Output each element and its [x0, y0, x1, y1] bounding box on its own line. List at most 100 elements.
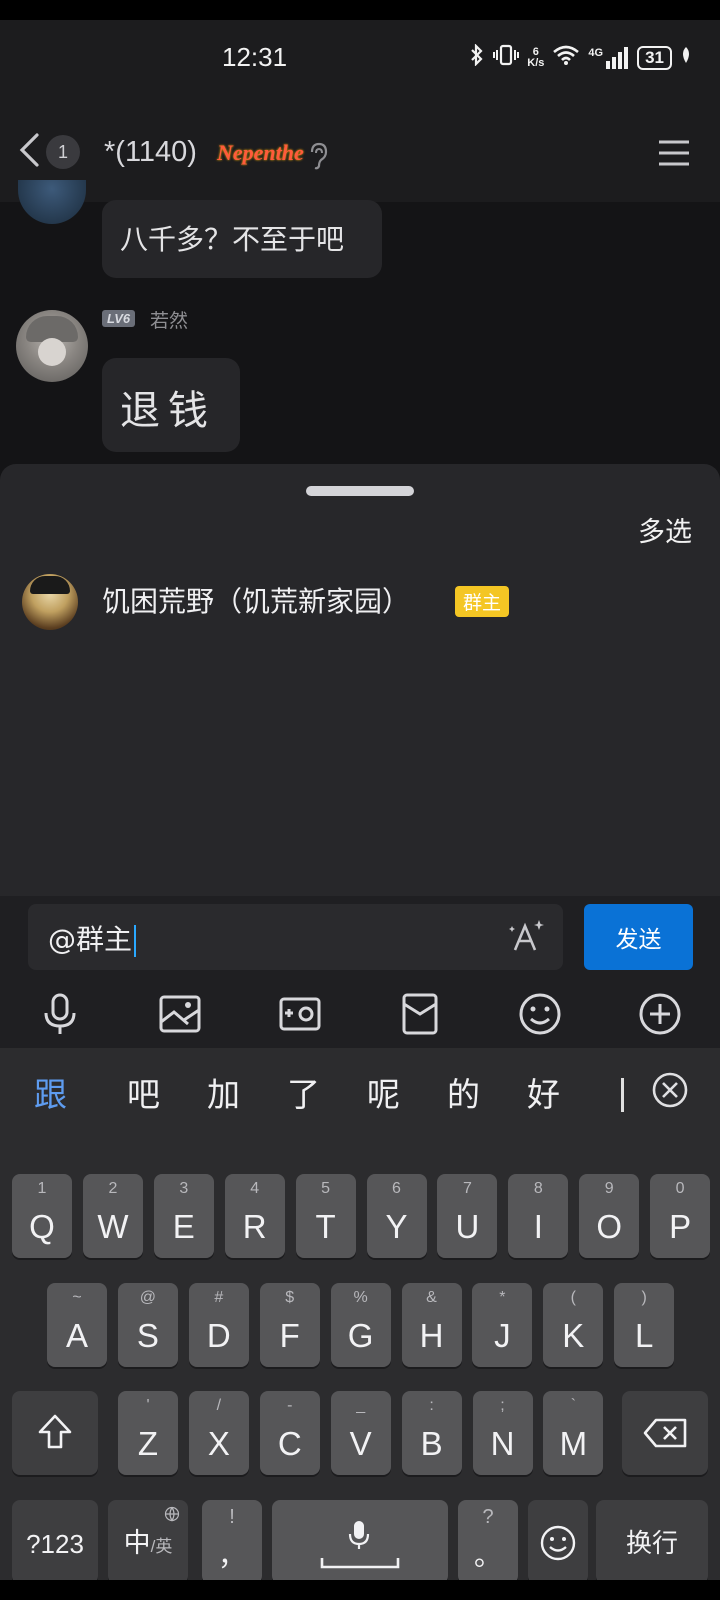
- symbols-key-label: ?123: [26, 1529, 84, 1559]
- key-main-label: R: [242, 1208, 267, 1245]
- message-bubble[interactable]: 八千多？不至于吧: [102, 200, 382, 278]
- level-badge: LV6: [102, 310, 136, 327]
- key-sub-label: 1: [37, 1180, 47, 1197]
- chat-title[interactable]: *(1140): [104, 136, 197, 169]
- red-packet-icon[interactable]: [396, 990, 444, 1038]
- candidate-word[interactable]: 的: [447, 1068, 480, 1116]
- unread-count-badge: 1: [46, 135, 80, 169]
- key-main-label: A: [65, 1317, 88, 1354]
- camera-icon[interactable]: [276, 990, 324, 1038]
- member-list-item[interactable]: 饥困荒野（饥荒新家园） 群主: [0, 572, 720, 642]
- key-x[interactable]: / X: [188, 1391, 249, 1475]
- key-l[interactable]: ) L: [614, 1283, 675, 1367]
- key-g[interactable]: % G: [330, 1283, 391, 1367]
- candidate-word[interactable]: 了: [287, 1068, 320, 1116]
- language-switch-key[interactable]: 中/英: [108, 1500, 188, 1580]
- plus-icon[interactable]: [636, 990, 684, 1038]
- key-sub-label: &: [426, 1289, 437, 1306]
- key-m[interactable]: ` M: [543, 1391, 604, 1475]
- menu-icon[interactable]: [658, 140, 690, 170]
- key-c[interactable]: -C: [259, 1391, 320, 1475]
- input-text: @群主: [48, 918, 137, 958]
- key-r[interactable]: 4R: [224, 1174, 285, 1258]
- key-k[interactable]: (K: [543, 1283, 604, 1367]
- key-sub-label: *: [499, 1289, 506, 1306]
- candidate-word[interactable]: 好: [527, 1068, 560, 1116]
- key-s[interactable]: @ S: [117, 1283, 178, 1367]
- avatar[interactable]: [18, 180, 86, 224]
- key-w[interactable]: 2W: [82, 1174, 143, 1258]
- key-z[interactable]: ' Z: [118, 1391, 178, 1475]
- key-sub-label: /: [216, 1397, 222, 1414]
- key-t[interactable]: 5T: [295, 1174, 356, 1258]
- key-y[interactable]: 6Y: [366, 1174, 427, 1258]
- key-n[interactable]: ; N: [472, 1391, 533, 1475]
- key-e[interactable]: 3E: [153, 1174, 214, 1258]
- image-icon[interactable]: [156, 990, 204, 1038]
- message-input[interactable]: @群主: [28, 904, 563, 970]
- key-sub-label: 3: [179, 1180, 189, 1197]
- key-main-label: T: [315, 1208, 336, 1245]
- ear-icon[interactable]: [308, 142, 328, 174]
- drag-handle[interactable]: [306, 486, 414, 496]
- key-h[interactable]: & H: [401, 1283, 462, 1367]
- key-sub-label: 0: [675, 1180, 685, 1197]
- key-main-label: H: [419, 1317, 444, 1354]
- period-key[interactable]: ? 。: [458, 1500, 518, 1580]
- candidate-word[interactable]: 跟: [34, 1068, 67, 1116]
- candidate-word[interactable]: 呢: [367, 1068, 400, 1116]
- role-badge: 群主: [455, 586, 510, 617]
- multi-select-button[interactable]: 多选: [638, 510, 692, 549]
- candidate-divider: [621, 1078, 624, 1112]
- key-sub-label: 5: [321, 1180, 331, 1197]
- emoji-icon[interactable]: [516, 990, 564, 1038]
- chat-header: 1 *(1140) Nepenthe: [0, 102, 720, 202]
- shift-key[interactable]: [12, 1391, 98, 1475]
- key-b[interactable]: :B: [401, 1391, 462, 1475]
- space-key[interactable]: [272, 1500, 448, 1580]
- enter-key[interactable]: 换行: [596, 1500, 708, 1580]
- send-button[interactable]: 发送: [584, 904, 693, 970]
- key-sub-label: #: [214, 1289, 224, 1306]
- chevron-left-icon: [18, 132, 40, 172]
- signal-icon: 4G: [588, 47, 629, 69]
- symbols-key[interactable]: ?123: [12, 1500, 98, 1580]
- emoji-key[interactable]: [528, 1500, 588, 1580]
- leaf-icon: [680, 45, 692, 71]
- candidate-word[interactable]: 吧: [127, 1068, 160, 1116]
- key-p[interactable]: 0P: [650, 1174, 711, 1258]
- key-sub-label: (: [570, 1289, 576, 1306]
- key-o[interactable]: 9O: [579, 1174, 640, 1258]
- microphone-icon[interactable]: [36, 990, 84, 1038]
- emoji-icon: [539, 1524, 577, 1567]
- key-main-label: X: [207, 1425, 230, 1462]
- battery-indicator: 31: [637, 46, 672, 70]
- comma-key[interactable]: ! ，: [202, 1500, 262, 1580]
- candidate-word[interactable]: 加: [207, 1068, 240, 1116]
- status-icons: 6 K/s 4G 31: [469, 43, 692, 72]
- key-i[interactable]: 8I: [508, 1174, 569, 1258]
- back-button[interactable]: 1: [18, 124, 98, 180]
- avatar[interactable]: [16, 310, 88, 382]
- close-candidates-icon[interactable]: [650, 1070, 690, 1114]
- title-decoration-logo: Nepenthe: [217, 140, 304, 165]
- key-d[interactable]: # D: [188, 1283, 249, 1367]
- key-j[interactable]: * J: [472, 1283, 533, 1367]
- key-main-label: N: [490, 1425, 515, 1462]
- font-style-icon[interactable]: [507, 916, 547, 960]
- key-v[interactable]: _ V: [330, 1391, 391, 1475]
- key-f[interactable]: $ F: [259, 1283, 320, 1367]
- net-speed: 6 K/s: [527, 47, 544, 69]
- key-sub-label: :: [429, 1397, 434, 1414]
- key-main-label: L: [635, 1317, 654, 1354]
- key-a[interactable]: ~ A: [47, 1283, 107, 1367]
- key-main-label: V: [349, 1425, 372, 1462]
- backspace-key[interactable]: [622, 1391, 708, 1475]
- wifi-icon: [552, 44, 580, 72]
- network-type: 4G: [588, 47, 604, 59]
- candidate-bar: 跟 吧 加 了 呢 的 好: [0, 1048, 720, 1128]
- key-main-label: S: [136, 1317, 159, 1354]
- key-q[interactable]: 1Q: [12, 1174, 72, 1258]
- key-u[interactable]: 7U: [437, 1174, 498, 1258]
- message-bubble[interactable]: 退钱: [102, 358, 240, 452]
